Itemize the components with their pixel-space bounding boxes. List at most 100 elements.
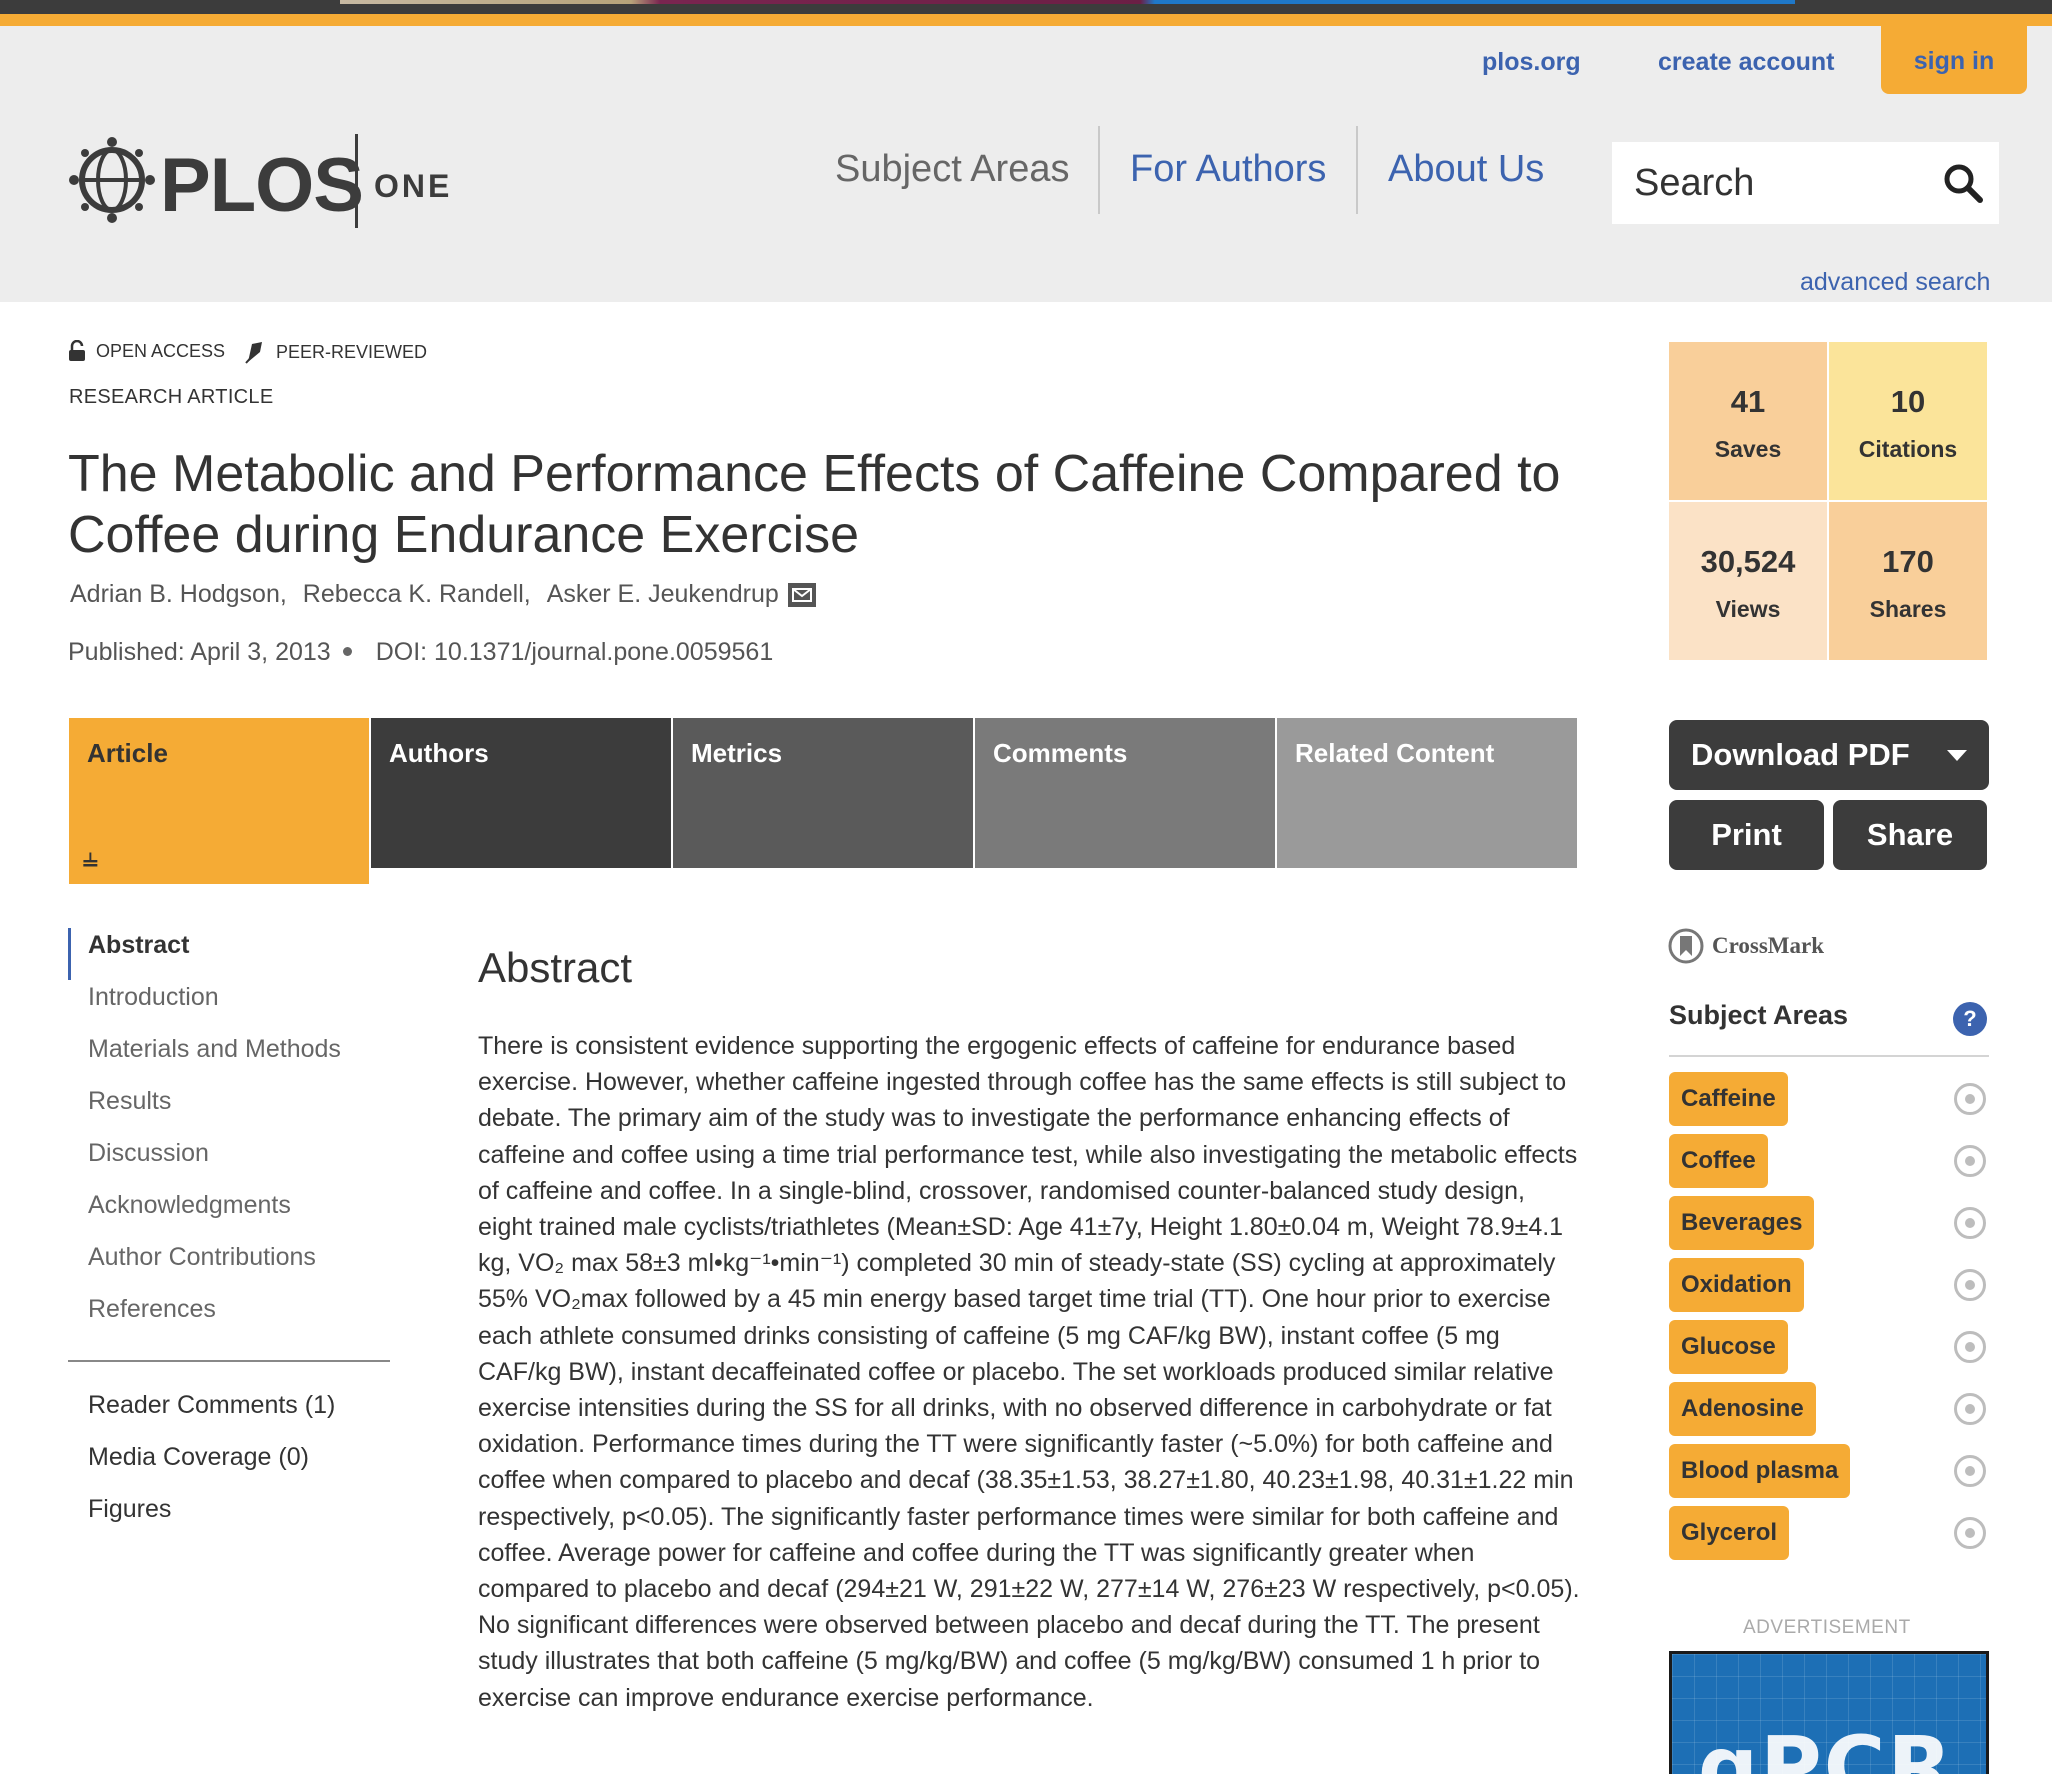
abstract-heading: Abstract: [478, 944, 633, 991]
nav-subject-areas[interactable]: Subject Areas: [835, 126, 1069, 214]
plos-globe-icon: [69, 137, 155, 223]
toc-item-abstract[interactable]: Abstract: [68, 928, 390, 980]
plos-one-logo[interactable]: PLOS ONE: [66, 124, 466, 234]
top-strip: [0, 0, 2052, 26]
target-icon[interactable]: [1954, 1145, 1986, 1177]
peer-reviewed-label: PEER-REVIEWED: [276, 341, 428, 362]
metric-saves[interactable]: 41 Saves: [1669, 342, 1827, 500]
logo-brand: PLOS: [160, 143, 364, 228]
site-header: plos.org create account sign in PLOS ONE…: [0, 26, 2052, 302]
tab-label: Article: [87, 738, 168, 768]
target-icon[interactable]: [1954, 1455, 1986, 1487]
author-list: Adrian B. Hodgson, Rebecca K. Randell, A…: [70, 580, 817, 609]
target-icon[interactable]: [1954, 1331, 1986, 1363]
tab-label: Authors: [389, 738, 489, 768]
toc-item-results[interactable]: Results: [68, 1084, 390, 1136]
tab-label: Metrics: [691, 738, 783, 768]
toc-item-materials-methods[interactable]: Materials and Methods: [68, 1032, 390, 1084]
metric-value: 41: [1730, 384, 1766, 419]
doi[interactable]: DOI: 10.1371/journal.pone.0059561: [376, 638, 774, 666]
metric-value: 10: [1890, 384, 1926, 419]
separator-dot: [342, 646, 352, 656]
article-type: RESEARCH ARTICLE: [69, 386, 274, 408]
subject-chip[interactable]: Caffeine: [1669, 1072, 1788, 1126]
ad-text: qPCR: [1698, 1718, 1955, 1774]
author-link[interactable]: Adrian B. Hodgson,: [70, 580, 287, 609]
author-link[interactable]: Rebecca K. Randell,: [303, 580, 531, 609]
logo-divider: [355, 134, 358, 228]
search-box: [1612, 142, 1999, 224]
published-date: Published: April 3, 2013: [68, 638, 331, 666]
crossmark-label: CrossMark: [1712, 933, 1825, 958]
download-pdf-button[interactable]: Download PDF: [1669, 720, 1989, 790]
toc-divider: [68, 1360, 390, 1362]
advertisement-label: ADVERTISEMENT: [1743, 1617, 1911, 1638]
print-button[interactable]: Print: [1669, 800, 1824, 870]
toc-item-acknowledgments[interactable]: Acknowledgments: [68, 1188, 390, 1240]
top-banner: [340, 0, 1795, 4]
search-input[interactable]: [1612, 142, 1932, 224]
chevron-down-icon: ⫨: [83, 842, 98, 872]
toc-item-introduction[interactable]: Introduction: [68, 980, 390, 1032]
target-icon[interactable]: [1954, 1393, 1986, 1425]
target-icon[interactable]: [1954, 1269, 1986, 1301]
tab-label: Related Content: [1295, 738, 1495, 768]
figures-link[interactable]: Figures: [68, 1492, 390, 1544]
subject-chip[interactable]: Glycerol: [1669, 1506, 1790, 1560]
crossmark-link[interactable]: CrossMark: [1668, 928, 1824, 964]
tab-label: Comments: [993, 738, 1128, 768]
author-link[interactable]: Asker E. Jeukendrup: [547, 580, 779, 609]
open-lock-icon: [69, 340, 85, 361]
subject-areas-heading: Subject Areas: [1669, 1000, 1849, 1030]
article-title: The Metabolic and Performance Effects of…: [68, 445, 1561, 564]
nav-divider: [1098, 126, 1100, 214]
peer-review-icon: [245, 342, 262, 364]
table-of-contents: Abstract Introduction Materials and Meth…: [68, 928, 390, 1344]
toc-item-references[interactable]: References: [68, 1292, 390, 1344]
metric-value: 30,524: [1700, 544, 1796, 579]
subject-chip[interactable]: Adenosine: [1669, 1382, 1816, 1436]
tab-metrics[interactable]: Metrics: [673, 718, 973, 868]
tab-article[interactable]: Article ⫨: [69, 718, 369, 884]
share-button[interactable]: Share: [1833, 800, 1987, 870]
open-access-badge: OPEN ACCESS: [68, 340, 225, 362]
logo-journal: ONE: [374, 168, 453, 204]
email-icon[interactable]: [787, 582, 817, 608]
subject-chip[interactable]: Glucose: [1669, 1320, 1788, 1374]
metric-shares[interactable]: 170 Shares: [1829, 502, 1987, 660]
subject-chip[interactable]: Oxidation: [1669, 1258, 1804, 1312]
target-icon[interactable]: [1954, 1083, 1986, 1115]
sign-in-button[interactable]: sign in: [1881, 26, 2027, 94]
subject-chip[interactable]: Beverages: [1669, 1196, 1815, 1250]
abstract-text: There is consistent evidence supporting …: [478, 1032, 1580, 1712]
open-access-label: OPEN ACCESS: [96, 340, 226, 361]
tab-related-content[interactable]: Related Content: [1277, 718, 1577, 868]
tab-comments[interactable]: Comments: [975, 718, 1275, 868]
advertisement-banner[interactable]: qPCR: [1669, 1651, 1989, 1774]
target-icon[interactable]: [1954, 1207, 1986, 1239]
subject-chip[interactable]: Blood plasma: [1669, 1444, 1851, 1498]
download-pdf-label: Download PDF: [1691, 737, 1910, 772]
create-account-link[interactable]: create account: [1658, 48, 1834, 77]
metric-views[interactable]: 30,524 Views: [1669, 502, 1827, 660]
toc-item-author-contributions[interactable]: Author Contributions: [68, 1240, 390, 1292]
caret-down-icon[interactable]: [1947, 750, 1967, 761]
subject-chip[interactable]: Coffee: [1669, 1134, 1768, 1188]
metric-label: Citations: [1858, 436, 1958, 462]
search-icon[interactable]: [1942, 162, 1984, 204]
crossmark-icon: [1668, 928, 1704, 964]
reader-comments-link[interactable]: Reader Comments (1): [68, 1388, 390, 1440]
nav-for-authors[interactable]: For Authors: [1130, 126, 1326, 214]
toc-item-discussion[interactable]: Discussion: [68, 1136, 390, 1188]
plos-org-link[interactable]: plos.org: [1482, 48, 1581, 77]
help-icon[interactable]: ?: [1953, 1002, 1987, 1036]
metric-citations[interactable]: 10 Citations: [1829, 342, 1987, 500]
target-icon[interactable]: [1954, 1517, 1986, 1549]
nav-divider: [1356, 126, 1358, 214]
subject-areas-divider: [1669, 1055, 1989, 1057]
nav-about-us[interactable]: About Us: [1388, 126, 1544, 214]
media-coverage-link[interactable]: Media Coverage (0): [68, 1440, 390, 1492]
advanced-search-link[interactable]: advanced search: [1800, 268, 1990, 297]
tab-authors[interactable]: Authors: [371, 718, 671, 868]
publication-info: Published: April 3, 2013 DOI: 10.1371/jou…: [68, 638, 773, 667]
